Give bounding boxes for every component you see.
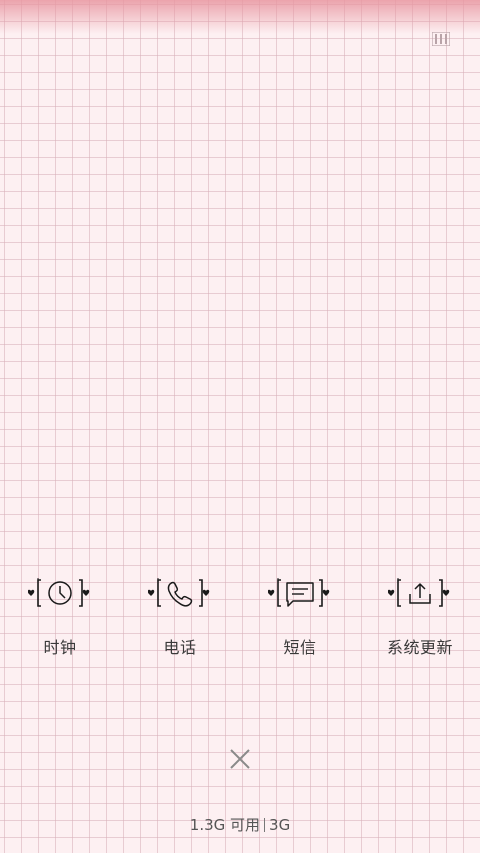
app-clock[interactable]: 时钟 (0, 574, 120, 664)
recent-apps-row: 时钟 电话 短信 系统更新 (0, 574, 480, 664)
close-icon (230, 749, 250, 769)
app-label-phone: 电话 (163, 638, 197, 657)
close-all-button[interactable] (226, 745, 254, 773)
app-label-clock: 时钟 (43, 638, 77, 657)
app-system-update[interactable]: 系统更新 (360, 574, 480, 664)
message-icon (267, 574, 332, 612)
top-glow-bar (0, 0, 480, 34)
app-label-messages: 短信 (283, 638, 317, 657)
memory-available: 1.3G 可用 (189, 816, 261, 834)
memory-total: 3G (269, 816, 291, 834)
app-messages[interactable]: 短信 (240, 574, 360, 664)
recent-apps-menu-icon[interactable] (431, 31, 451, 47)
app-phone[interactable]: 电话 (120, 574, 240, 664)
app-label-system-update: 系统更新 (386, 638, 453, 657)
system-update-icon (387, 574, 452, 612)
memory-divider (264, 818, 266, 832)
phone-icon (147, 574, 212, 612)
clock-icon (27, 574, 92, 612)
memory-status: 1.3G 可用 3G (0, 814, 480, 835)
